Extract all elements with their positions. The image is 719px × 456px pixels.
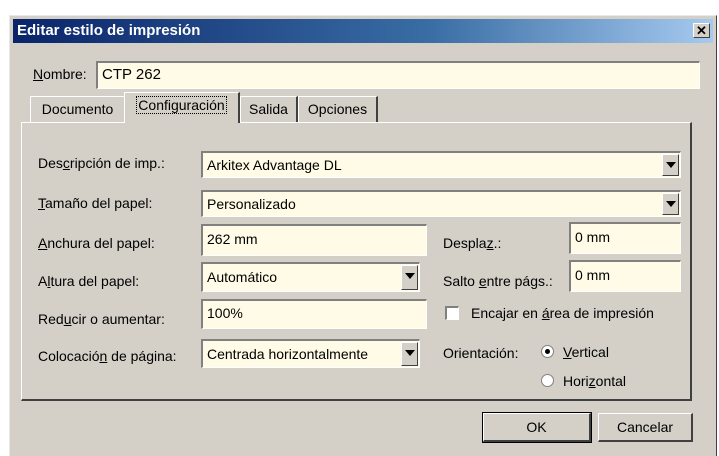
nombre-label: Nombre: (33, 66, 87, 82)
close-icon[interactable]: ✕ (693, 23, 710, 38)
tab-panel-configuracion (21, 122, 692, 401)
ok-button[interactable]: OK (482, 412, 592, 443)
tab-opciones[interactable]: Opciones (298, 96, 378, 122)
tab-documento[interactable]: Documento (30, 96, 126, 122)
cancel-button[interactable]: Cancelar (598, 413, 693, 442)
dialog-title: Editar estilo de impresión (17, 22, 201, 39)
nombre-input[interactable]: CTP 262 (96, 61, 700, 89)
tab-configuracion[interactable]: Configuración (124, 92, 240, 123)
title-bar[interactable]: Editar estilo de impresión ✕ (13, 19, 713, 43)
tab-salida[interactable]: Salida (240, 96, 298, 122)
